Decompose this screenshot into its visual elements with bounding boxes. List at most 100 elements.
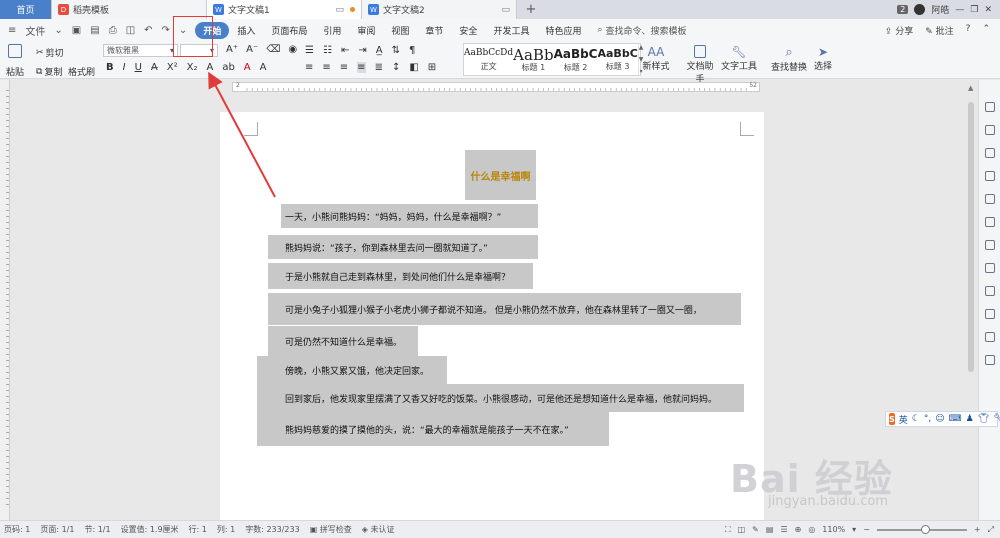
decrease-indent-icon[interactable]: ⇤ bbox=[341, 45, 349, 56]
sort-icon[interactable]: ⇅ bbox=[392, 45, 400, 56]
new-style-button[interactable]: AA 新样式 bbox=[642, 45, 670, 72]
style-heading-2[interactable]: AaBbC 标题 2 bbox=[554, 44, 598, 75]
pen-icon[interactable] bbox=[984, 102, 995, 112]
paragraph-line[interactable]: 可是仍然不知道什么是幸福。 bbox=[268, 326, 418, 356]
menu-layout[interactable]: 页面布局 bbox=[263, 24, 315, 37]
zoom-slider[interactable] bbox=[876, 524, 967, 534]
write-mode-icon[interactable]: ✎ bbox=[752, 525, 759, 534]
style-icon[interactable] bbox=[984, 171, 995, 181]
menu-review[interactable]: 审阅 bbox=[349, 24, 383, 37]
menu-features[interactable]: 特色应用 bbox=[537, 24, 589, 37]
vertical-ruler[interactable] bbox=[0, 80, 10, 520]
select-arrow-icon[interactable] bbox=[984, 125, 995, 135]
people-icon[interactable] bbox=[984, 309, 995, 319]
show-marks-icon[interactable]: ¶ bbox=[409, 45, 415, 56]
read-mode-icon[interactable]: ◫ bbox=[738, 525, 746, 534]
web-view-icon[interactable]: ⊕ bbox=[795, 525, 802, 534]
style-heading-1[interactable]: AaBb 标题 1 bbox=[513, 44, 553, 75]
phonetic-icon[interactable]: ◉ bbox=[288, 44, 297, 55]
close-icon[interactable]: ✕ bbox=[984, 5, 992, 15]
menu-security[interactable]: 安全 bbox=[451, 24, 485, 37]
font-name-select[interactable]: 微软雅黑 ▾ bbox=[103, 44, 178, 57]
align-center-icon[interactable]: ≡ bbox=[322, 62, 330, 73]
zoom-value[interactable]: 110% bbox=[822, 525, 845, 534]
paragraph-line[interactable]: 傍晚，小熊又累又饿，他决定回家。 bbox=[257, 356, 447, 384]
backup-icon[interactable] bbox=[984, 263, 995, 273]
zoom-in-button[interactable]: + bbox=[974, 525, 981, 534]
select-button[interactable]: ➤ 选择 bbox=[810, 45, 836, 72]
menu-view[interactable]: 视图 bbox=[383, 24, 417, 37]
zoom-knob[interactable] bbox=[920, 524, 930, 534]
highlight-icon[interactable]: ab bbox=[222, 62, 234, 73]
minimize-icon[interactable]: — bbox=[955, 5, 964, 15]
table-icon[interactable] bbox=[984, 194, 995, 204]
paste-label[interactable]: 粘贴 bbox=[6, 65, 24, 78]
status-section[interactable]: 节: 1/1 bbox=[84, 524, 110, 535]
strikethrough-icon[interactable]: A̶ bbox=[151, 62, 158, 73]
file-menu[interactable]: 文件 bbox=[25, 23, 45, 38]
paragraph-line[interactable]: 回到家后，他发现家里摆满了又香又好吃的饭菜。小熊很感动，可是他还是想知道什么是幸… bbox=[257, 384, 744, 412]
bold-button[interactable]: B bbox=[106, 62, 114, 73]
chinese-layout-icon[interactable]: A̲ bbox=[376, 45, 383, 56]
shading-icon[interactable]: ◧ bbox=[409, 62, 418, 73]
eye-protect-icon[interactable]: ◎ bbox=[808, 525, 815, 534]
tab-doc1[interactable]: W 文字文稿1 ▭ bbox=[207, 0, 362, 19]
certify-button[interactable]: ◈ 未认证 bbox=[362, 524, 395, 535]
document-title[interactable]: 什么是幸福啊 bbox=[465, 150, 536, 200]
style-normal[interactable]: AaBbCcDd 正文 bbox=[464, 44, 513, 75]
horizontal-ruler[interactable]: 2 52 bbox=[232, 82, 760, 92]
user-icon[interactable]: ♟ bbox=[966, 414, 974, 424]
cut-button[interactable]: ✂ 剪切 bbox=[36, 46, 64, 60]
punctuation-icon[interactable]: °, bbox=[924, 414, 931, 424]
undo-icon[interactable]: ↶ bbox=[144, 25, 152, 36]
print-preview-icon[interactable]: ◫ bbox=[126, 25, 135, 36]
wrench-icon[interactable]: 🔧︎ bbox=[993, 414, 1000, 424]
justify-icon[interactable]: ≡ bbox=[357, 62, 366, 73]
status-page-num[interactable]: 页码: 1 bbox=[4, 524, 30, 535]
menu-section[interactable]: 章节 bbox=[417, 24, 451, 37]
outline-view-icon[interactable]: ☰ bbox=[780, 525, 787, 534]
chevron-right-icon[interactable] bbox=[984, 355, 995, 365]
paragraph-line[interactable]: 一天，小熊问熊妈妈：“妈妈，妈妈，什么是幸福啊？” bbox=[281, 204, 538, 228]
bullet-list-icon[interactable]: ☰ bbox=[305, 45, 314, 56]
paragraph-line[interactable]: 熊妈妈慈爱的摸了摸他的头，说：“最大的幸福就是能孩子一天不在家。” bbox=[257, 412, 609, 446]
clear-format-icon[interactable]: ⌫ bbox=[266, 44, 280, 55]
paragraph-line[interactable]: 可是小兔子小狐狸小猴子小老虎小狮子都说不知道。 但是小熊仍然不放弃，他在森林里转… bbox=[268, 293, 741, 325]
text-effect-icon[interactable]: A bbox=[206, 62, 213, 73]
keyboard-icon[interactable]: ⌨ bbox=[949, 414, 962, 424]
share-button[interactable]: ⇪ 分享 bbox=[885, 24, 913, 37]
superscript-icon[interactable]: X² bbox=[167, 62, 178, 73]
print-icon[interactable]: ⎙ bbox=[109, 25, 117, 36]
shrink-font-icon[interactable]: A⁻ bbox=[246, 44, 258, 55]
borders-icon[interactable]: ⊞ bbox=[428, 62, 436, 73]
spell-check-button[interactable]: ▣ 拼写检查 bbox=[310, 524, 352, 535]
avatar[interactable] bbox=[914, 4, 926, 15]
font-color-icon[interactable]: A bbox=[244, 62, 251, 73]
command-search[interactable]: ⌕ 查找命令、搜索模板 bbox=[589, 24, 694, 37]
align-left-icon[interactable]: ≡ bbox=[305, 62, 313, 73]
tab-doc2[interactable]: W 文字文稿2 ▭ bbox=[362, 0, 517, 19]
document-page[interactable]: 什么是幸福啊 一天，小熊问熊妈妈：“妈妈，妈妈，什么是幸福啊？” 熊妈妈说：“孩… bbox=[220, 112, 764, 520]
comment-button[interactable]: ✎ 批注 bbox=[925, 24, 953, 37]
ime-toolbar[interactable]: S 英 ☾ °, ☺ ⌨ ♟ 👕︎ 🔧︎ bbox=[885, 411, 1000, 427]
char-shading-icon[interactable]: A bbox=[260, 62, 267, 73]
underline-button[interactable]: U bbox=[135, 62, 142, 73]
text-tools-button[interactable]: 🔧︎ 文字工具 bbox=[720, 45, 758, 72]
new-tab-button[interactable]: + bbox=[517, 0, 545, 19]
menu-references[interactable]: 引用 bbox=[315, 24, 349, 37]
numbered-list-icon[interactable]: ☷ bbox=[323, 45, 332, 56]
ime-language[interactable]: 英 bbox=[899, 413, 908, 426]
chevron-down-icon[interactable]: ▾ bbox=[852, 525, 856, 534]
sparkle-icon[interactable] bbox=[984, 286, 995, 296]
redo-icon[interactable]: ↷ bbox=[162, 25, 170, 36]
zoom-out-button[interactable]: − bbox=[863, 525, 870, 534]
scroll-thumb[interactable] bbox=[968, 102, 974, 372]
help-icon[interactable]: ? bbox=[966, 24, 971, 37]
status-col[interactable]: 列: 1 bbox=[217, 524, 235, 535]
menu-developer[interactable]: 开发工具 bbox=[485, 24, 537, 37]
status-position[interactable]: 设置值: 1.9厘米 bbox=[121, 524, 179, 535]
hamburger-icon[interactable]: ≡ bbox=[8, 25, 16, 36]
status-row[interactable]: 行: 1 bbox=[189, 524, 207, 535]
increase-indent-icon[interactable]: ⇥ bbox=[358, 45, 366, 56]
line-spacing-icon[interactable]: ↕ bbox=[392, 62, 400, 73]
